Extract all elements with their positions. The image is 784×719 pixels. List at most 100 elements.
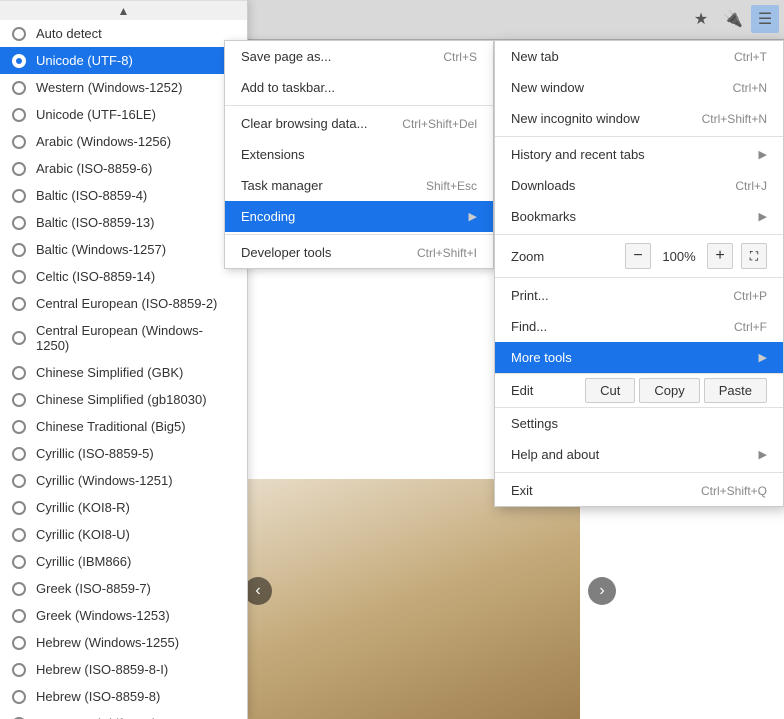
cut-button[interactable]: Cut <box>585 378 635 403</box>
encoding-item-cyrillic-koi8u[interactable]: Cyrillic (KOI8-U) <box>0 521 247 548</box>
encoding-item-greek-8859-7[interactable]: Greek (ISO-8859-7) <box>0 575 247 602</box>
star-icon[interactable]: ★ <box>687 5 715 33</box>
encoding-item-celtic[interactable]: Celtic (ISO-8859-14) <box>0 263 247 290</box>
submenu-task-manager-label: Task manager <box>241 178 323 193</box>
submenu-extensions[interactable]: Extensions <box>225 139 493 170</box>
scroll-up-btn[interactable]: ▲ <box>0 0 247 20</box>
utf16le-radio <box>12 108 26 122</box>
greek-8859-7-label: Greek (ISO-8859-7) <box>36 581 151 596</box>
encoding-item-utf16le[interactable]: Unicode (UTF-16LE) <box>0 101 247 128</box>
encoding-item-chinese-gbk[interactable]: Chinese Simplified (GBK) <box>0 359 247 386</box>
encoding-item-central-1250[interactable]: Central European (Windows-1250) <box>0 317 247 359</box>
submenu-add-taskbar[interactable]: Add to taskbar... <box>225 72 493 103</box>
submenu-encoding[interactable]: Encoding ▶ <box>225 201 493 232</box>
baltic-8859-4-radio <box>12 189 26 203</box>
menu-item-incognito[interactable]: New incognito window Ctrl+Shift+N <box>495 103 783 134</box>
cyrillic-koi8r-radio <box>12 501 26 515</box>
arabic-8859-label: Arabic (ISO-8859-6) <box>36 161 152 176</box>
scroll-up-icon: ▲ <box>118 4 130 18</box>
cyrillic-1251-radio <box>12 474 26 488</box>
menu-item-history[interactable]: History and recent tabs ▶ <box>495 139 783 170</box>
menu-item-find-label: Find... <box>511 319 547 334</box>
encoding-item-cyrillic-1251[interactable]: Cyrillic (Windows-1251) <box>0 467 247 494</box>
arabic-1256-radio <box>12 135 26 149</box>
baltic-8859-13-radio <box>12 216 26 230</box>
encoding-auto-detect[interactable]: Auto detect <box>0 20 247 47</box>
central-8859-2-label: Central European (ISO-8859-2) <box>36 296 217 311</box>
encoding-item-arabic-1256[interactable]: Arabic (Windows-1256) <box>0 128 247 155</box>
submenu-devtools[interactable]: Developer tools Ctrl+Shift+I <box>225 237 493 268</box>
celtic-label: Celtic (ISO-8859-14) <box>36 269 155 284</box>
menu-item-more-tools-label: More tools <box>511 350 572 365</box>
encoding-item-hebrew-1255[interactable]: Hebrew (Windows-1255) <box>0 629 247 656</box>
menu-icon[interactable]: ☰ <box>751 5 779 33</box>
encoding-item-western[interactable]: Western (Windows-1252) <box>0 74 247 101</box>
menu-item-new-tab[interactable]: New tab Ctrl+T <box>495 41 783 72</box>
menu-item-help-label: Help and about <box>511 447 599 462</box>
menu-item-exit[interactable]: Exit Ctrl+Shift+Q <box>495 475 783 506</box>
menu-item-bookmarks[interactable]: Bookmarks ▶ <box>495 201 783 232</box>
menu-separator-3 <box>495 277 783 278</box>
encoding-arrow-icon: ▶ <box>469 210 477 223</box>
menu-item-print[interactable]: Print... Ctrl+P <box>495 280 783 311</box>
submenu-save-page-shortcut: Ctrl+S <box>443 50 477 64</box>
submenu-clear-data[interactable]: Clear browsing data... Ctrl+Shift+Del <box>225 108 493 139</box>
encoding-item-baltic-8859-13[interactable]: Baltic (ISO-8859-13) <box>0 209 247 236</box>
menu-item-more-tools[interactable]: More tools ▶ <box>495 342 783 373</box>
menu-item-find[interactable]: Find... Ctrl+F <box>495 311 783 342</box>
copy-button[interactable]: Copy <box>639 378 699 403</box>
encoding-item-arabic-8859[interactable]: Arabic (ISO-8859-6) <box>0 155 247 182</box>
chinese-gbk-radio <box>12 366 26 380</box>
encoding-item-baltic-8859-4[interactable]: Baltic (ISO-8859-4) <box>0 182 247 209</box>
encoding-item-japanese-shiftjis[interactable]: Japanese (Shift_JIS) <box>0 710 247 719</box>
encoding-item-chinese-gb18030[interactable]: Chinese Simplified (gb18030) <box>0 386 247 413</box>
encoding-item-cyrillic-ibm866[interactable]: Cyrillic (IBM866) <box>0 548 247 575</box>
paste-button[interactable]: Paste <box>704 378 767 403</box>
hebrew-1255-label: Hebrew (Windows-1255) <box>36 635 179 650</box>
encoding-item-cyrillic-koi8r[interactable]: Cyrillic (KOI8-R) <box>0 494 247 521</box>
menu-item-help[interactable]: Help and about ▶ <box>495 439 783 470</box>
encoding-item-greek-1253[interactable]: Greek (Windows-1253) <box>0 602 247 629</box>
zoom-plus-btn[interactable]: + <box>707 243 733 269</box>
cyrillic-8859-5-radio <box>12 447 26 461</box>
encoding-item-hebrew-8859-8i[interactable]: Hebrew (ISO-8859-8-I) <box>0 656 247 683</box>
greek-8859-7-radio <box>12 582 26 596</box>
extension-icon[interactable]: 🔌 <box>719 5 747 33</box>
cyrillic-koi8u-label: Cyrillic (KOI8-U) <box>36 527 130 542</box>
encoding-item-chinese-big5[interactable]: Chinese Traditional (Big5) <box>0 413 247 440</box>
encoding-item-baltic-1257[interactable]: Baltic (Windows-1257) <box>0 236 247 263</box>
cyrillic-8859-5-label: Cyrillic (ISO-8859-5) <box>36 446 154 461</box>
menu-item-downloads[interactable]: Downloads Ctrl+J <box>495 170 783 201</box>
cyrillic-ibm866-label: Cyrillic (IBM866) <box>36 554 131 569</box>
encoding-item-unicode-utf8[interactable]: Unicode (UTF-8) <box>0 47 247 74</box>
menu-item-new-tab-shortcut: Ctrl+T <box>734 50 767 64</box>
next-arrow[interactable]: › <box>588 577 616 605</box>
submenu-save-page[interactable]: Save page as... Ctrl+S <box>225 41 493 72</box>
zoom-minus-btn[interactable]: − <box>625 243 651 269</box>
toolbar-icons-group: ★ 🔌 ☰ <box>687 5 779 33</box>
content-image <box>240 479 580 719</box>
edit-row: Edit Cut Copy Paste <box>495 373 783 408</box>
menu-item-new-window[interactable]: New window Ctrl+N <box>495 72 783 103</box>
menu-item-history-label: History and recent tabs <box>511 147 645 162</box>
auto-detect-label: Auto detect <box>36 26 102 41</box>
greek-1253-radio <box>12 609 26 623</box>
submenu-task-manager[interactable]: Task manager Shift+Esc <box>225 170 493 201</box>
chinese-gbk-label: Chinese Simplified (GBK) <box>36 365 183 380</box>
submenu-task-manager-shortcut: Shift+Esc <box>426 179 477 193</box>
menu-item-find-shortcut: Ctrl+F <box>734 320 767 334</box>
menu-item-settings[interactable]: Settings <box>495 408 783 439</box>
encoding-item-hebrew-8859-8[interactable]: Hebrew (ISO-8859-8) <box>0 683 247 710</box>
prev-arrow[interactable]: ‹ <box>244 577 272 605</box>
history-arrow-icon: ▶ <box>759 148 767 161</box>
western-radio <box>12 81 26 95</box>
submenu-encoding-label: Encoding <box>241 209 295 224</box>
auto-detect-radio <box>12 27 26 41</box>
encoding-item-central-8859-2[interactable]: Central European (ISO-8859-2) <box>0 290 247 317</box>
submenu-save-page-label: Save page as... <box>241 49 331 64</box>
zoom-label: Zoom <box>511 249 617 264</box>
submenu-separator-2 <box>225 234 493 235</box>
menu-separator-4 <box>495 472 783 473</box>
zoom-fullscreen-btn[interactable]: ⛶ <box>741 243 767 269</box>
encoding-item-cyrillic-8859-5[interactable]: Cyrillic (ISO-8859-5) <box>0 440 247 467</box>
